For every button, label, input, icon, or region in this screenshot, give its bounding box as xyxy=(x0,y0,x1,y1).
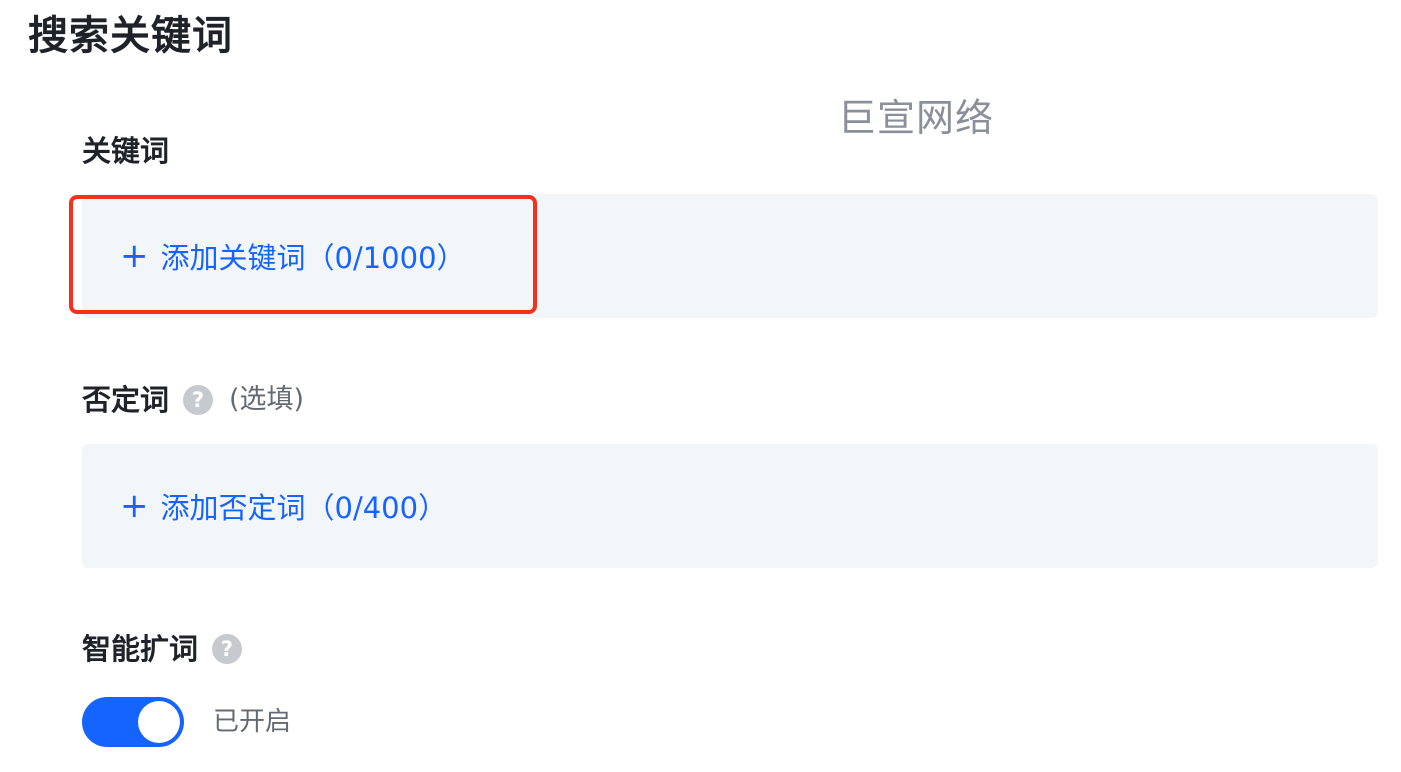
keywords-box: + 添加关键词（0/1000） xyxy=(82,194,1378,318)
smart-expand-toggle[interactable] xyxy=(82,697,184,747)
plus-icon: + xyxy=(120,236,149,276)
toggle-status: 已开启 xyxy=(213,707,292,737)
smart-expand-label: 智能扩词 ? xyxy=(82,629,243,669)
question-circle-icon[interactable]: ? xyxy=(183,385,214,415)
negative-words-label-text: 否定词 xyxy=(82,383,170,417)
add-negative-word-label: 添加否定词（0/400） xyxy=(160,491,448,525)
question-circle-icon[interactable]: ? xyxy=(212,634,243,664)
keywords-label: 关键词 xyxy=(82,131,169,171)
add-keyword-button[interactable]: + 添加关键词（0/1000） xyxy=(120,194,466,318)
optional-tag: (选填) xyxy=(229,384,305,415)
watermark: 巨宣网络 xyxy=(838,96,995,140)
add-keyword-label: 添加关键词（0/1000） xyxy=(160,241,466,275)
toggle-knob xyxy=(138,701,180,743)
negative-words-label: 否定词 ? (选填) xyxy=(82,380,304,420)
negative-words-box: + 添加否定词（0/400） xyxy=(82,444,1378,568)
smart-expand-label-text: 智能扩词 xyxy=(82,632,199,666)
page-title: 搜索关键词 xyxy=(28,13,233,59)
keywords-label-text: 关键词 xyxy=(82,134,170,168)
plus-icon: + xyxy=(120,486,149,526)
add-negative-word-button[interactable]: + 添加否定词（0/400） xyxy=(120,444,447,568)
